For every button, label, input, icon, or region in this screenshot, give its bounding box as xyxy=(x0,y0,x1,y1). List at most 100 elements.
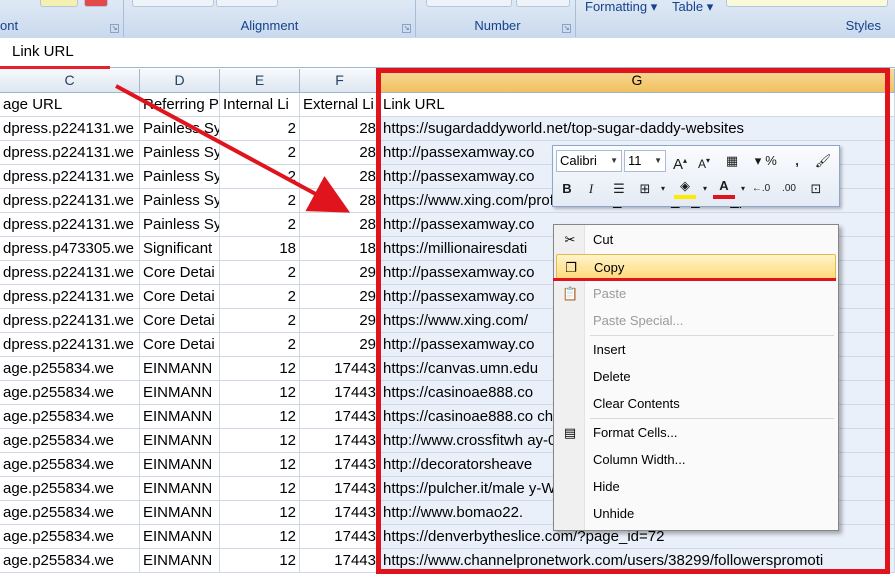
cell-d[interactable]: Core Detai xyxy=(140,309,220,333)
menu-item-cut[interactable]: ✂ Cut xyxy=(556,227,836,253)
cell-f[interactable]: 17443 xyxy=(300,501,380,525)
cell-d[interactable]: Painless Sy xyxy=(140,165,220,189)
cell-d[interactable]: EINMANN xyxy=(140,429,220,453)
cell-c[interactable]: age.p255834.we xyxy=(0,549,140,573)
cell-e[interactable]: 2 xyxy=(220,285,300,309)
cell-f[interactable]: 17443 xyxy=(300,381,380,405)
menu-item-unhide[interactable]: Unhide xyxy=(556,501,836,527)
comma-style-button[interactable]: , xyxy=(786,150,808,172)
cell-e[interactable]: 12 xyxy=(220,549,300,573)
cell-f[interactable]: 29 xyxy=(300,333,380,357)
cell-e[interactable]: 12 xyxy=(220,381,300,405)
menu-item-paste-special[interactable]: Paste Special... xyxy=(556,308,836,334)
cell-c[interactable]: age.p255834.we xyxy=(0,429,140,453)
cell-e[interactable]: 12 xyxy=(220,453,300,477)
dialog-launcher-icon[interactable]: ↘ xyxy=(110,24,119,33)
cell-d[interactable]: EINMANN xyxy=(140,525,220,549)
cell-c[interactable]: age.p255834.we xyxy=(0,501,140,525)
cell-e[interactable]: 2 xyxy=(220,141,300,165)
cell-f[interactable]: 17443 xyxy=(300,549,380,573)
column-header-d[interactable]: D xyxy=(140,69,220,92)
cell-e[interactable]: 12 xyxy=(220,477,300,501)
menu-item-format-cells[interactable]: ▤ Format Cells... xyxy=(556,420,836,446)
cell-c[interactable]: dpress.p224131.we xyxy=(0,213,140,237)
cell-e[interactable]: 18 xyxy=(220,237,300,261)
alignment-button[interactable] xyxy=(216,0,278,7)
cell-f[interactable]: 28 xyxy=(300,141,380,165)
grow-font-button[interactable]: A▴ xyxy=(669,150,691,173)
chevron-down-icon[interactable]: ▾ xyxy=(652,178,674,200)
cell-c[interactable]: dpress.p224131.we xyxy=(0,261,140,285)
menu-item-insert[interactable]: Insert xyxy=(556,337,836,363)
format-as-table-button[interactable]: Table ▾ xyxy=(672,0,713,15)
formula-bar[interactable]: Link URL xyxy=(0,38,895,68)
cell-d[interactable]: EINMANN xyxy=(140,501,220,525)
cell-d[interactable]: EINMANN xyxy=(140,549,220,573)
menu-item-clear-contents[interactable]: Clear Contents xyxy=(556,391,836,417)
cell-f[interactable]: 29 xyxy=(300,309,380,333)
cell-c[interactable]: age.p255834.we xyxy=(0,405,140,429)
cell-c[interactable]: dpress.p473305.we xyxy=(0,237,140,261)
cell-c[interactable]: dpress.p224131.we xyxy=(0,309,140,333)
cell-f[interactable]: 18 xyxy=(300,237,380,261)
cell-d[interactable]: Painless Sy xyxy=(140,213,220,237)
cell-f[interactable]: 28 xyxy=(300,165,380,189)
cell-d[interactable]: Painless Sy xyxy=(140,117,220,141)
fill-color-icon[interactable]: ◈ xyxy=(674,177,696,199)
menu-item-hide[interactable]: Hide xyxy=(556,474,836,500)
cell-e[interactable]: 12 xyxy=(220,525,300,549)
cell-e[interactable]: 2 xyxy=(220,261,300,285)
cell-d[interactable]: Painless Sy xyxy=(140,189,220,213)
cell-f[interactable]: External Li xyxy=(300,93,380,117)
menu-item-paste[interactable]: 📋 Paste xyxy=(556,281,836,307)
cell-d[interactable]: EINMANN xyxy=(140,381,220,405)
cell-c[interactable]: dpress.p224131.we xyxy=(0,285,140,309)
column-header-e[interactable]: E xyxy=(220,69,300,92)
cell-d[interactable]: EINMANN xyxy=(140,477,220,501)
cell-d[interactable]: EINMANN xyxy=(140,405,220,429)
cell-e[interactable]: 2 xyxy=(220,189,300,213)
font-name-select[interactable]: Calibri ▼ xyxy=(556,150,622,172)
cell-c[interactable]: age.p255834.we xyxy=(0,477,140,501)
italic-button[interactable]: I xyxy=(580,178,602,200)
accounting-format-icon[interactable]: ▦ xyxy=(721,150,743,172)
cell-d[interactable]: Painless Sy xyxy=(140,141,220,165)
cell-e[interactable]: Internal Li xyxy=(220,93,300,117)
cell-c[interactable]: age.p255834.we xyxy=(0,381,140,405)
cell-c[interactable]: dpress.p224131.we xyxy=(0,333,140,357)
alignment-button[interactable] xyxy=(132,0,214,7)
highlight-button[interactable] xyxy=(40,0,78,7)
cell-f[interactable]: 17443 xyxy=(300,453,380,477)
cell-e[interactable]: 12 xyxy=(220,405,300,429)
number-format-button[interactable] xyxy=(426,0,512,7)
cell-f[interactable]: 17443 xyxy=(300,405,380,429)
cell-c[interactable]: dpress.p224131.we xyxy=(0,165,140,189)
column-header-f[interactable]: F xyxy=(300,69,380,92)
cell-f[interactable]: 17443 xyxy=(300,429,380,453)
cell-e[interactable]: 12 xyxy=(220,501,300,525)
number-format-button[interactable] xyxy=(516,0,570,7)
cell-e[interactable]: 2 xyxy=(220,309,300,333)
cell-c[interactable]: dpress.p224131.we xyxy=(0,117,140,141)
decrease-decimal-icon[interactable]: .00 xyxy=(778,178,800,200)
cell-f[interactable]: 28 xyxy=(300,117,380,141)
menu-item-delete[interactable]: Delete xyxy=(556,364,836,390)
cell-d[interactable]: Core Detai xyxy=(140,261,220,285)
dialog-launcher-icon[interactable]: ↘ xyxy=(402,24,411,33)
cell-e[interactable]: 2 xyxy=(220,165,300,189)
center-align-icon[interactable]: ☰ xyxy=(608,178,630,200)
column-header-c[interactable]: C xyxy=(0,69,140,92)
cell-f[interactable]: 17443 xyxy=(300,357,380,381)
cell-f[interactable]: 29 xyxy=(300,285,380,309)
menu-item-copy[interactable]: ❐ Copy xyxy=(556,254,836,280)
cell-c[interactable]: age URL xyxy=(0,93,140,117)
cell-d[interactable]: Significant xyxy=(140,237,220,261)
cell-e[interactable]: 2 xyxy=(220,333,300,357)
cell-d[interactable]: EINMANN xyxy=(140,357,220,381)
font-color-button[interactable] xyxy=(84,0,108,7)
cell-styles-gallery[interactable] xyxy=(726,0,888,7)
cell-d[interactable]: Core Detai xyxy=(140,333,220,357)
cell-d[interactable]: Referring P xyxy=(140,93,220,117)
cell-e[interactable]: 2 xyxy=(220,213,300,237)
menu-item-column-width[interactable]: Column Width... xyxy=(556,447,836,473)
